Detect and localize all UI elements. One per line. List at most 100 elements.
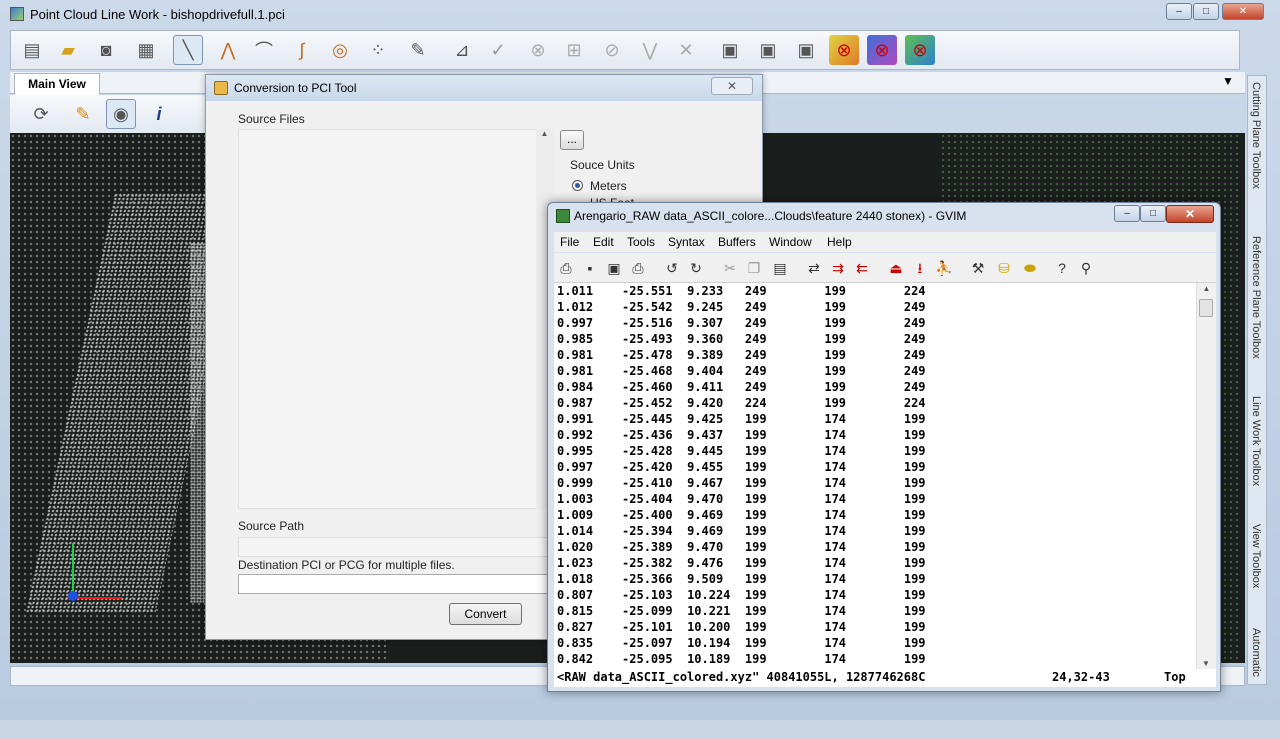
- polyline-2-icon[interactable]: ⌒: [249, 35, 279, 65]
- conversion-close-button[interactable]: ✕: [711, 77, 753, 95]
- text-field: 224: [903, 284, 926, 298]
- gvim-scroll-thumb[interactable]: [1199, 299, 1213, 317]
- pencil-icon[interactable]: ✎: [68, 99, 98, 129]
- save-icon[interactable]: ▪: [580, 258, 600, 278]
- scroll-down-icon[interactable]: ▼: [1197, 659, 1215, 668]
- circle-icon[interactable]: ◎: [325, 35, 355, 65]
- info-icon[interactable]: i: [144, 99, 174, 129]
- source-files-list[interactable]: [238, 129, 553, 509]
- tab-main-view[interactable]: Main View: [14, 73, 100, 95]
- menu-buffers[interactable]: Buffers: [718, 235, 756, 249]
- delete-point-icon[interactable]: ⊗: [523, 35, 553, 65]
- gvim-maximize-button[interactable]: □: [1140, 205, 1166, 222]
- text-field: -25.095: [622, 652, 673, 666]
- polyline-icon[interactable]: ⋀: [213, 35, 243, 65]
- text-field: 249: [903, 300, 926, 314]
- cutting-plane-toolbox-tab[interactable]: Cutting Plane Toolbox: [1250, 82, 1262, 189]
- text-field: 9.245: [687, 300, 724, 314]
- point-icon[interactable]: ⁘: [363, 35, 393, 65]
- text-field: 0.992: [557, 428, 594, 442]
- menu-edit[interactable]: Edit: [593, 235, 614, 249]
- jump-tag-icon[interactable]: ⬬: [1020, 258, 1040, 278]
- cut-icon[interactable]: ✂: [720, 258, 740, 278]
- text-field: 199: [903, 476, 926, 490]
- find-help-icon[interactable]: ⚲: [1076, 258, 1096, 278]
- redo-icon[interactable]: ↻: [686, 258, 706, 278]
- ctags-icon[interactable]: ⛁: [994, 258, 1014, 278]
- meters-radio[interactable]: [572, 180, 583, 191]
- heatmap-2-icon[interactable]: ⊗: [867, 35, 897, 65]
- eye-icon[interactable]: ◉: [106, 99, 136, 129]
- automatic-toolbox-tab[interactable]: Automatic: [1250, 628, 1262, 684]
- scroll-up-icon[interactable]: ▲: [536, 129, 553, 138]
- text-field: 0.991: [557, 412, 594, 426]
- document-icon[interactable]: ▦: [131, 35, 161, 65]
- find-prev-icon[interactable]: ⇇: [852, 258, 872, 278]
- text-field: 174: [824, 652, 847, 666]
- text-field: 199: [903, 492, 926, 506]
- run-script-icon[interactable]: ⛹: [934, 258, 954, 278]
- undo-icon[interactable]: ↺: [662, 258, 682, 278]
- view-toolbox-tab[interactable]: View Toolbox: [1250, 524, 1262, 588]
- scroll-up-icon[interactable]: ▲: [1197, 284, 1216, 293]
- measure-icon[interactable]: ⊿: [447, 35, 477, 65]
- gvim-text-area[interactable]: 1.011 -25.551 9.233 249 199 224 1.012 -25…: [554, 283, 1196, 669]
- load-session-icon[interactable]: ⏏: [886, 258, 906, 278]
- paste-icon[interactable]: ▤: [770, 258, 790, 278]
- gvim-minimize-button[interactable]: –: [1114, 205, 1140, 222]
- new-file-icon[interactable]: ▤: [17, 35, 47, 65]
- find-next-icon[interactable]: ⇉: [828, 258, 848, 278]
- reference-plane-toolbox-tab[interactable]: Reference Plane Toolbox: [1250, 236, 1262, 359]
- save-session-icon[interactable]: ⭳: [910, 258, 930, 278]
- text-field: -25.420: [622, 460, 673, 474]
- line-work-toolbox-tab[interactable]: Line Work Toolbox: [1250, 396, 1262, 486]
- chevron-down-icon[interactable]: ▼: [1222, 74, 1234, 88]
- make-icon[interactable]: ⚒: [968, 258, 988, 278]
- source-path-field[interactable]: [238, 537, 548, 557]
- copy-icon[interactable]: ❐: [744, 258, 764, 278]
- export-3-icon[interactable]: ▣: [791, 35, 821, 65]
- menu-tools[interactable]: Tools: [627, 235, 655, 249]
- export-icon[interactable]: ▣: [715, 35, 745, 65]
- text-field: 0.815: [557, 604, 594, 618]
- save-all-icon[interactable]: ▣: [604, 258, 624, 278]
- conversion-dialog-title: Conversion to PCI Tool: [234, 81, 357, 95]
- close-button[interactable]: ✕: [1222, 3, 1264, 20]
- find-replace-icon[interactable]: ⇄: [804, 258, 824, 278]
- line-tool-icon[interactable]: ╲: [173, 35, 203, 65]
- text-field: 9.467: [687, 476, 724, 490]
- cross-icon[interactable]: ✕: [671, 35, 701, 65]
- menu-window[interactable]: Window: [769, 235, 812, 249]
- print-icon[interactable]: ⎙: [628, 258, 648, 278]
- open-icon[interactable]: ⎙: [556, 258, 576, 278]
- conversion-dialog-titlebar[interactable]: Conversion to PCI Tool ✕: [206, 75, 762, 101]
- edit-pencil-icon[interactable]: ✎: [403, 35, 433, 65]
- maximize-button[interactable]: □: [1193, 3, 1219, 20]
- text-field: 199: [903, 524, 926, 538]
- menu-syntax[interactable]: Syntax: [668, 235, 705, 249]
- gvim-scrollbar[interactable]: ▲ ▼: [1196, 283, 1216, 669]
- menu-file[interactable]: File: [560, 235, 579, 249]
- rotate-icon[interactable]: ⟳: [26, 99, 56, 129]
- browse-button[interactable]: ...: [560, 130, 584, 150]
- remove-icon[interactable]: ⊘: [597, 35, 627, 65]
- minimize-button[interactable]: –: [1166, 3, 1192, 20]
- text-field: -25.468: [622, 364, 673, 378]
- text-field: 9.470: [687, 492, 724, 506]
- heatmap-3-icon[interactable]: ⊗: [905, 35, 935, 65]
- text-field: -25.516: [622, 316, 673, 330]
- grid-icon[interactable]: ⊞: [559, 35, 589, 65]
- heatmap-icon[interactable]: ⊗: [829, 35, 859, 65]
- export-2-icon[interactable]: ▣: [753, 35, 783, 65]
- open-folder-icon[interactable]: ▰: [53, 35, 83, 65]
- check-icon[interactable]: ✓: [483, 35, 513, 65]
- gvim-close-button[interactable]: ✕: [1166, 205, 1214, 223]
- destination-field[interactable]: [238, 574, 548, 594]
- convert-button[interactable]: Convert: [449, 603, 522, 625]
- arc-icon[interactable]: ∫: [287, 35, 317, 65]
- menu-help[interactable]: Help: [827, 235, 852, 249]
- camera-icon[interactable]: ◙: [91, 35, 121, 65]
- text-field: 199: [744, 476, 767, 490]
- split-icon[interactable]: ⋁: [635, 35, 665, 65]
- help-icon[interactable]: ?: [1052, 258, 1072, 278]
